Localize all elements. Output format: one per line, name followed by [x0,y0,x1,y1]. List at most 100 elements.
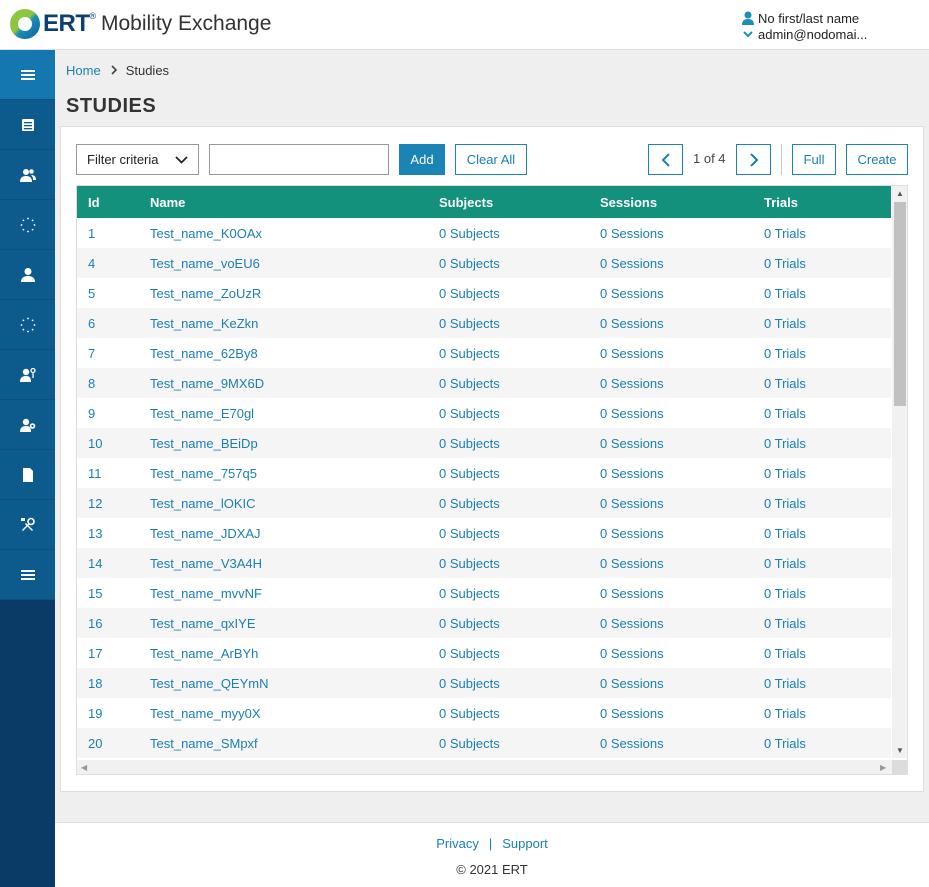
cell-name-link[interactable]: Test_name_JDXAJ [150,526,261,541]
sidebar-item-user[interactable] [0,250,55,300]
cell-subjects-link[interactable]: 0 Subjects [439,496,500,511]
table-row[interactable]: 1 Test_name_K0OAx 0 Subjects 0 Sessions 0 Tr… [77,218,891,248]
support-link[interactable]: Support [502,836,548,851]
cell-id[interactable]: 7 [88,346,95,361]
cell-id[interactable]: 11 [88,466,102,481]
table-row[interactable]: 15 Test_name_mvvNF 0 Subjects 0 Sessions 0 T… [77,578,891,608]
cell-id[interactable]: 12 [88,496,102,511]
cell-trials-link[interactable]: 0 Trials [764,376,806,391]
cell-name-link[interactable]: Test_name_9MX6D [150,376,264,391]
cell-name-link[interactable]: Test_name_myy0X [150,706,261,721]
table-row[interactable]: 13 Test_name_JDXAJ 0 Subjects 0 Sessions 0 T… [77,518,891,548]
ert-logo[interactable]: ERT ® [10,9,96,39]
scroll-right-arrow-icon[interactable]: ▶ [880,763,886,772]
cell-name-link[interactable]: Test_name_qxIYE [150,616,256,631]
cell-trials-link[interactable]: 0 Trials [764,316,806,331]
cell-trials-link[interactable]: 0 Trials [764,586,806,601]
table-row[interactable]: 17 Test_name_ArBYh 0 Subjects 0 Sessions 0 T… [77,638,891,668]
sidebar-item-tools[interactable] [0,500,55,550]
table-row[interactable]: 8 Test_name_9MX6D 0 Subjects 0 Sessions 0 Tr… [77,368,891,398]
table-row[interactable]: 6 Test_name_KeZkn 0 Subjects 0 Sessions 0 Tr… [77,308,891,338]
cell-trials-link[interactable]: 0 Trials [764,286,806,301]
cell-sessions-link[interactable]: 0 Sessions [600,406,664,421]
vertical-scrollbar[interactable]: ▲ ▼ [892,186,907,758]
table-row[interactable]: 12 Test_name_lOKIC 0 Subjects 0 Sessions 0 T… [77,488,891,518]
cell-subjects-link[interactable]: 0 Subjects [439,286,500,301]
cell-sessions-link[interactable]: 0 Sessions [600,676,664,691]
cell-subjects-link[interactable]: 0 Subjects [439,226,500,241]
column-header-trials[interactable]: Trials [764,195,798,210]
sidebar-item-user-key[interactable] [0,350,55,400]
cell-trials-link[interactable]: 0 Trials [764,526,806,541]
clear-all-button[interactable]: Clear All [455,144,527,175]
column-header-subjects[interactable]: Subjects [439,195,493,210]
cell-name-link[interactable]: Test_name_ArBYh [150,646,258,661]
cell-subjects-link[interactable]: 0 Subjects [439,466,500,481]
cell-subjects-link[interactable]: 0 Subjects [439,346,500,361]
breadcrumb-home-link[interactable]: Home [66,63,101,78]
add-filter-button[interactable]: Add [399,144,445,175]
cell-subjects-link[interactable]: 0 Subjects [439,736,500,751]
cell-name-link[interactable]: Test_name_ZoUzR [150,286,261,301]
cell-sessions-link[interactable]: 0 Sessions [600,526,664,541]
cell-id[interactable]: 6 [88,316,95,331]
cell-subjects-link[interactable]: 0 Subjects [439,586,500,601]
table-row[interactable]: 7 Test_name_62By8 0 Subjects 0 Sessions 0 Tr… [77,338,891,368]
table-row[interactable]: 11 Test_name_757q5 0 Subjects 0 Sessions 0 T… [77,458,891,488]
cell-name-link[interactable]: Test_name_E70gl [150,406,254,421]
cell-sessions-link[interactable]: 0 Sessions [600,466,664,481]
scroll-up-arrow-icon[interactable]: ▲ [896,189,904,198]
cell-name-link[interactable]: Test_name_BEiDp [150,436,258,451]
scroll-down-arrow-icon[interactable]: ▼ [896,746,904,755]
cell-id[interactable]: 13 [88,526,102,541]
cell-sessions-link[interactable]: 0 Sessions [600,226,664,241]
cell-trials-link[interactable]: 0 Trials [764,676,806,691]
cell-name-link[interactable]: Test_name_62By8 [150,346,258,361]
table-row[interactable]: 16 Test_name_qxIYE 0 Subjects 0 Sessions 0 T… [77,608,891,638]
cell-id[interactable]: 1 [88,226,95,241]
cell-name-link[interactable]: Test_name_QEYmN [150,676,269,691]
cell-id[interactable]: 9 [88,406,95,421]
cell-trials-link[interactable]: 0 Trials [764,706,806,721]
cell-subjects-link[interactable]: 0 Subjects [439,676,500,691]
cell-trials-link[interactable]: 0 Trials [764,406,806,421]
table-row[interactable]: 10 Test_name_BEiDp 0 Subjects 0 Sessions 0 T… [77,428,891,458]
cell-subjects-link[interactable]: 0 Subjects [439,556,500,571]
filter-criteria-select[interactable]: Filter criteria [76,144,199,175]
cell-subjects-link[interactable]: 0 Subjects [439,316,500,331]
cell-sessions-link[interactable]: 0 Sessions [600,286,664,301]
cell-sessions-link[interactable]: 0 Sessions [600,376,664,391]
sidebar-item-loading-2[interactable] [0,300,55,350]
cell-trials-link[interactable]: 0 Trials [764,226,806,241]
previous-page-button[interactable] [648,144,683,175]
full-view-button[interactable]: Full [792,144,836,175]
column-header-sessions[interactable]: Sessions [600,195,657,210]
cell-sessions-link[interactable]: 0 Sessions [600,496,664,511]
create-study-button[interactable]: Create [846,144,908,175]
cell-name-link[interactable]: Test_name_SMpxf [150,736,258,751]
sidebar-item-list[interactable] [0,100,55,150]
sidebar-item-loading-1[interactable] [0,200,55,250]
cell-subjects-link[interactable]: 0 Subjects [439,616,500,631]
table-row[interactable]: 9 Test_name_E70gl 0 Subjects 0 Sessions 0 Tr… [77,398,891,428]
cell-name-link[interactable]: Test_name_mvvNF [150,586,262,601]
cell-subjects-link[interactable]: 0 Subjects [439,256,500,271]
cell-id[interactable]: 14 [88,556,102,571]
horizontal-scrollbar[interactable]: ◀ ▶ [77,760,892,774]
cell-subjects-link[interactable]: 0 Subjects [439,436,500,451]
table-row[interactable]: 4 Test_name_voEU6 0 Subjects 0 Sessions 0 Tr… [77,248,891,278]
cell-sessions-link[interactable]: 0 Sessions [600,646,664,661]
column-header-name[interactable]: Name [150,195,185,210]
cell-trials-link[interactable]: 0 Trials [764,556,806,571]
cell-sessions-link[interactable]: 0 Sessions [600,706,664,721]
cell-sessions-link[interactable]: 0 Sessions [600,346,664,361]
privacy-link[interactable]: Privacy [436,836,479,851]
sidebar-item-document[interactable] [0,450,55,500]
cell-id[interactable]: 17 [88,646,102,661]
cell-trials-link[interactable]: 0 Trials [764,736,806,751]
cell-subjects-link[interactable]: 0 Subjects [439,376,500,391]
cell-trials-link[interactable]: 0 Trials [764,616,806,631]
table-row[interactable]: 14 Test_name_V3A4H 0 Subjects 0 Sessions 0 T… [77,548,891,578]
user-menu[interactable]: No first/last name admin@nodomai... [741,10,867,42]
cell-trials-link[interactable]: 0 Trials [764,496,806,511]
